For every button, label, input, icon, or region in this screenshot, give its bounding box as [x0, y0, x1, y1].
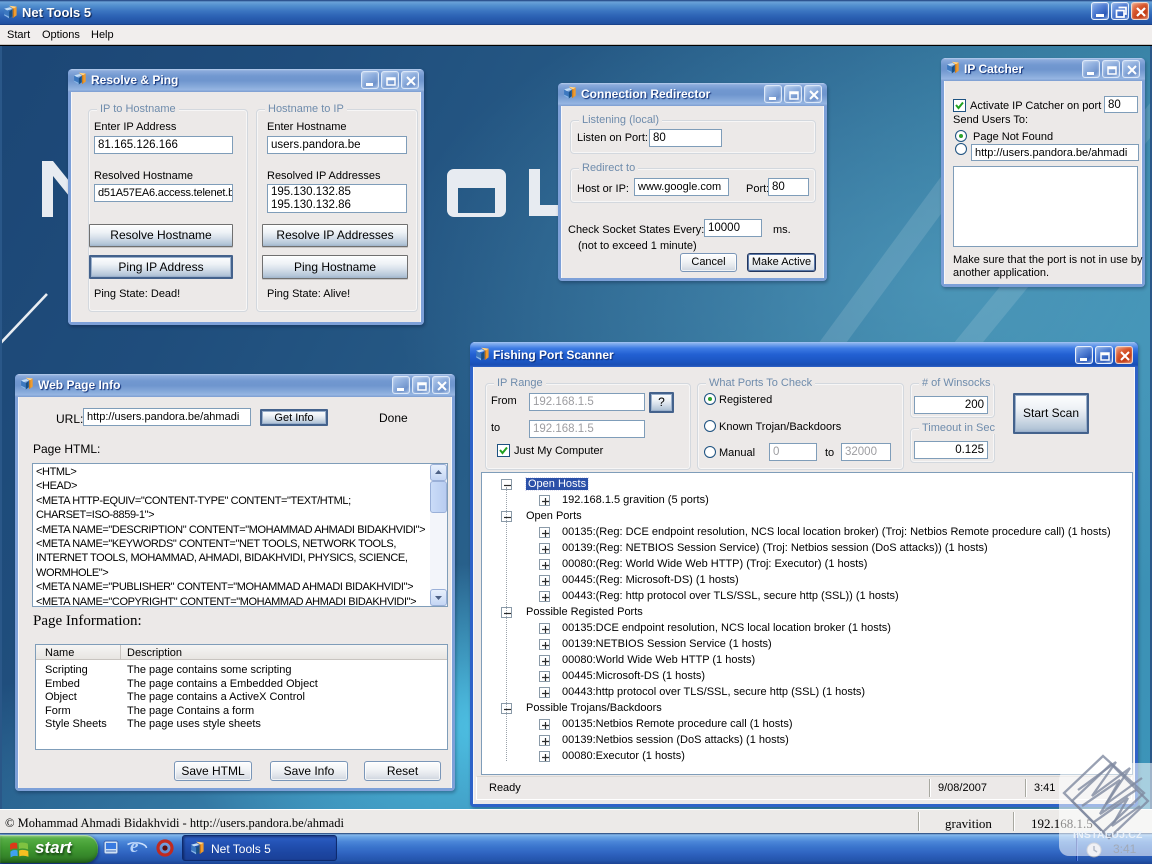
svg-text:INSTALUJ.CZ: INSTALUJ.CZ: [1073, 829, 1143, 841]
